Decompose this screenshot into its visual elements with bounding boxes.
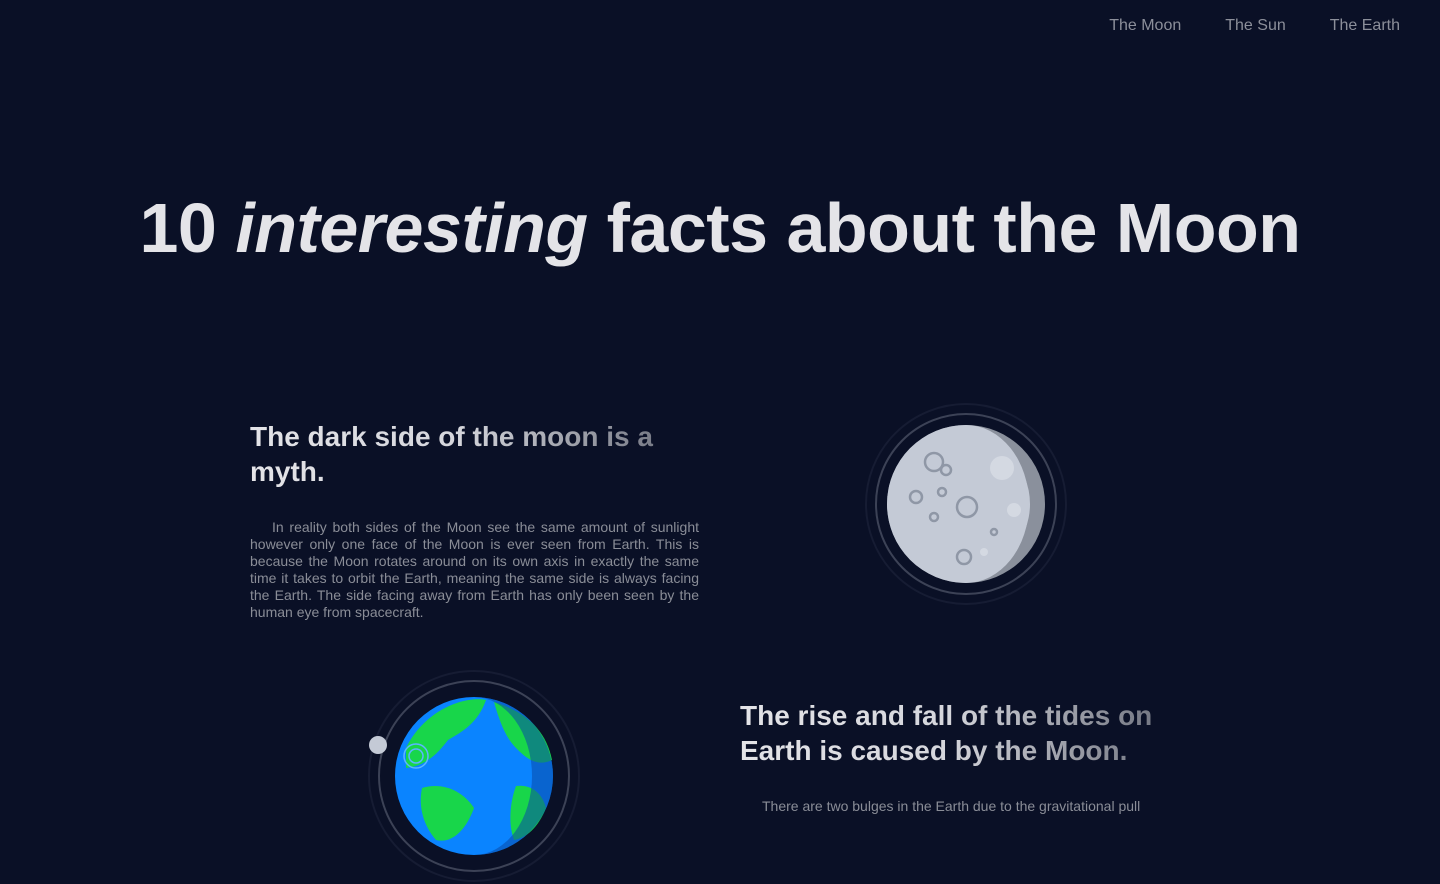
fact-title: The dark side of the moon is a myth.	[250, 419, 710, 489]
page-title: 10 interesting facts about the Moon	[0, 186, 1440, 270]
moon-lit-fill	[890, 434, 1030, 574]
earth-illustration	[368, 670, 580, 882]
title-emphasis: interesting	[235, 189, 588, 267]
top-nav: The Moon The Sun The Earth	[1109, 16, 1400, 36]
fact-body: There are two bulges in the Earth due to…	[762, 798, 1141, 814]
nav-link-the-earth[interactable]: The Earth	[1330, 16, 1400, 36]
fact-body: In reality both sides of the Moon see th…	[250, 519, 699, 620]
moon-illustration	[865, 403, 1067, 605]
fact-title: The rise and fall of the tides on Earth …	[740, 698, 1200, 768]
title-suffix: facts about the Moon	[606, 189, 1301, 267]
mini-moon-icon	[369, 736, 387, 754]
title-number: 10	[139, 189, 217, 267]
nav-link-the-moon[interactable]: The Moon	[1109, 16, 1181, 36]
nav-link-the-sun[interactable]: The Sun	[1225, 16, 1285, 36]
